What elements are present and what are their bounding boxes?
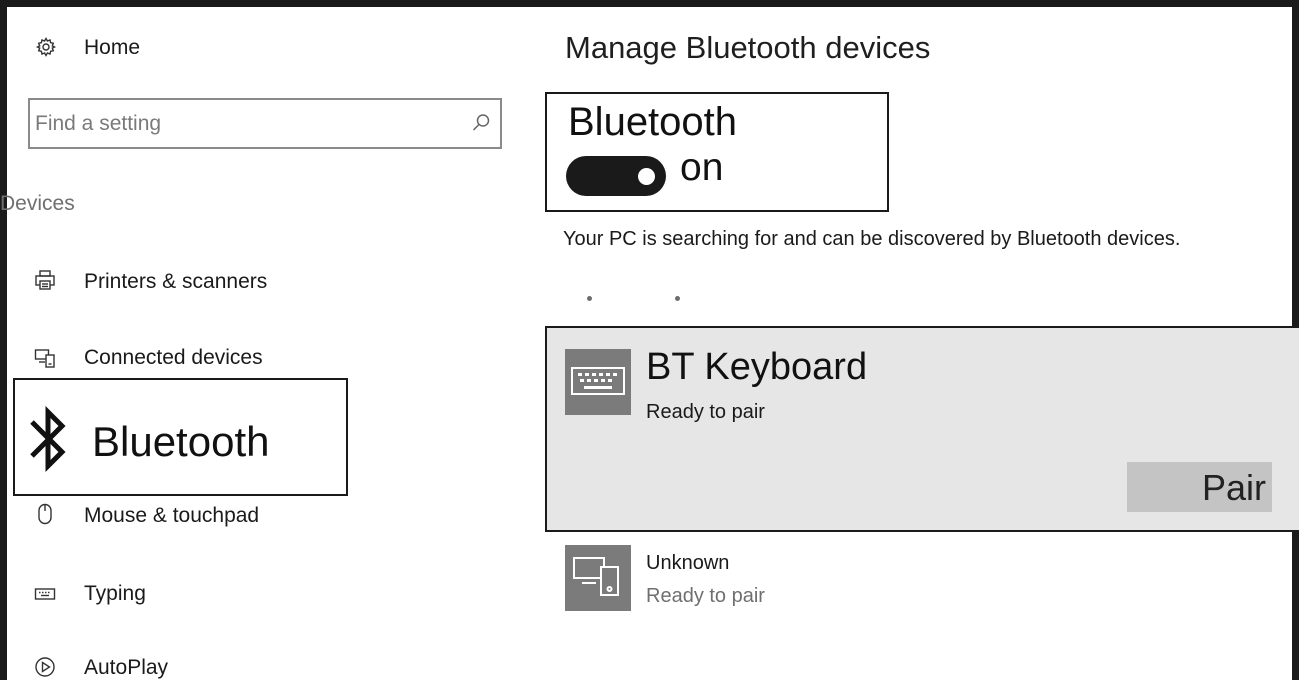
device-status: Ready to pair [646, 585, 765, 607]
device-name: Unknown [646, 552, 730, 574]
sidebar-home-label: Home [84, 36, 141, 59]
toggle-state-label: on [680, 146, 724, 189]
sidebar-item-label: Mouse & touchpad [84, 504, 260, 527]
pair-button[interactable]: Pair [1127, 462, 1272, 512]
toggle-knob [638, 168, 655, 185]
bluetooth-heading: Bluetooth [568, 100, 738, 144]
section-label-devices: Devices [0, 192, 75, 215]
search-icon[interactable] [470, 112, 492, 134]
progress-dot [587, 296, 592, 301]
progress-dot [675, 296, 680, 301]
page-title: Manage Bluetooth devices [565, 30, 931, 65]
sidebar-item-label: Connected devices [84, 346, 263, 369]
device-status: Ready to pair [646, 401, 765, 423]
autoplay-icon [35, 657, 55, 677]
gear-icon [35, 37, 57, 57]
sidebar-item-label: Printers & scanners [84, 270, 268, 293]
bluetooth-toggle[interactable] [566, 156, 666, 196]
search-placeholder: Find a setting [35, 112, 162, 135]
printer-icon [35, 270, 55, 290]
sidebar-item-label: Bluetooth [92, 418, 270, 465]
device-name: BT Keyboard [646, 346, 868, 388]
connected-devices-icon [34, 349, 55, 368]
unknown-device-icon [573, 557, 619, 596]
bluetooth-status-text: Your PC is searching for and can be disc… [563, 228, 1181, 250]
keyboard-icon [34, 588, 56, 600]
sidebar-item-label: Typing [84, 582, 146, 605]
sidebar-item-label: AutoPlay [84, 656, 169, 679]
keyboard-device-icon [571, 367, 625, 395]
bluetooth-icon [30, 405, 66, 473]
mouse-icon [38, 503, 52, 525]
